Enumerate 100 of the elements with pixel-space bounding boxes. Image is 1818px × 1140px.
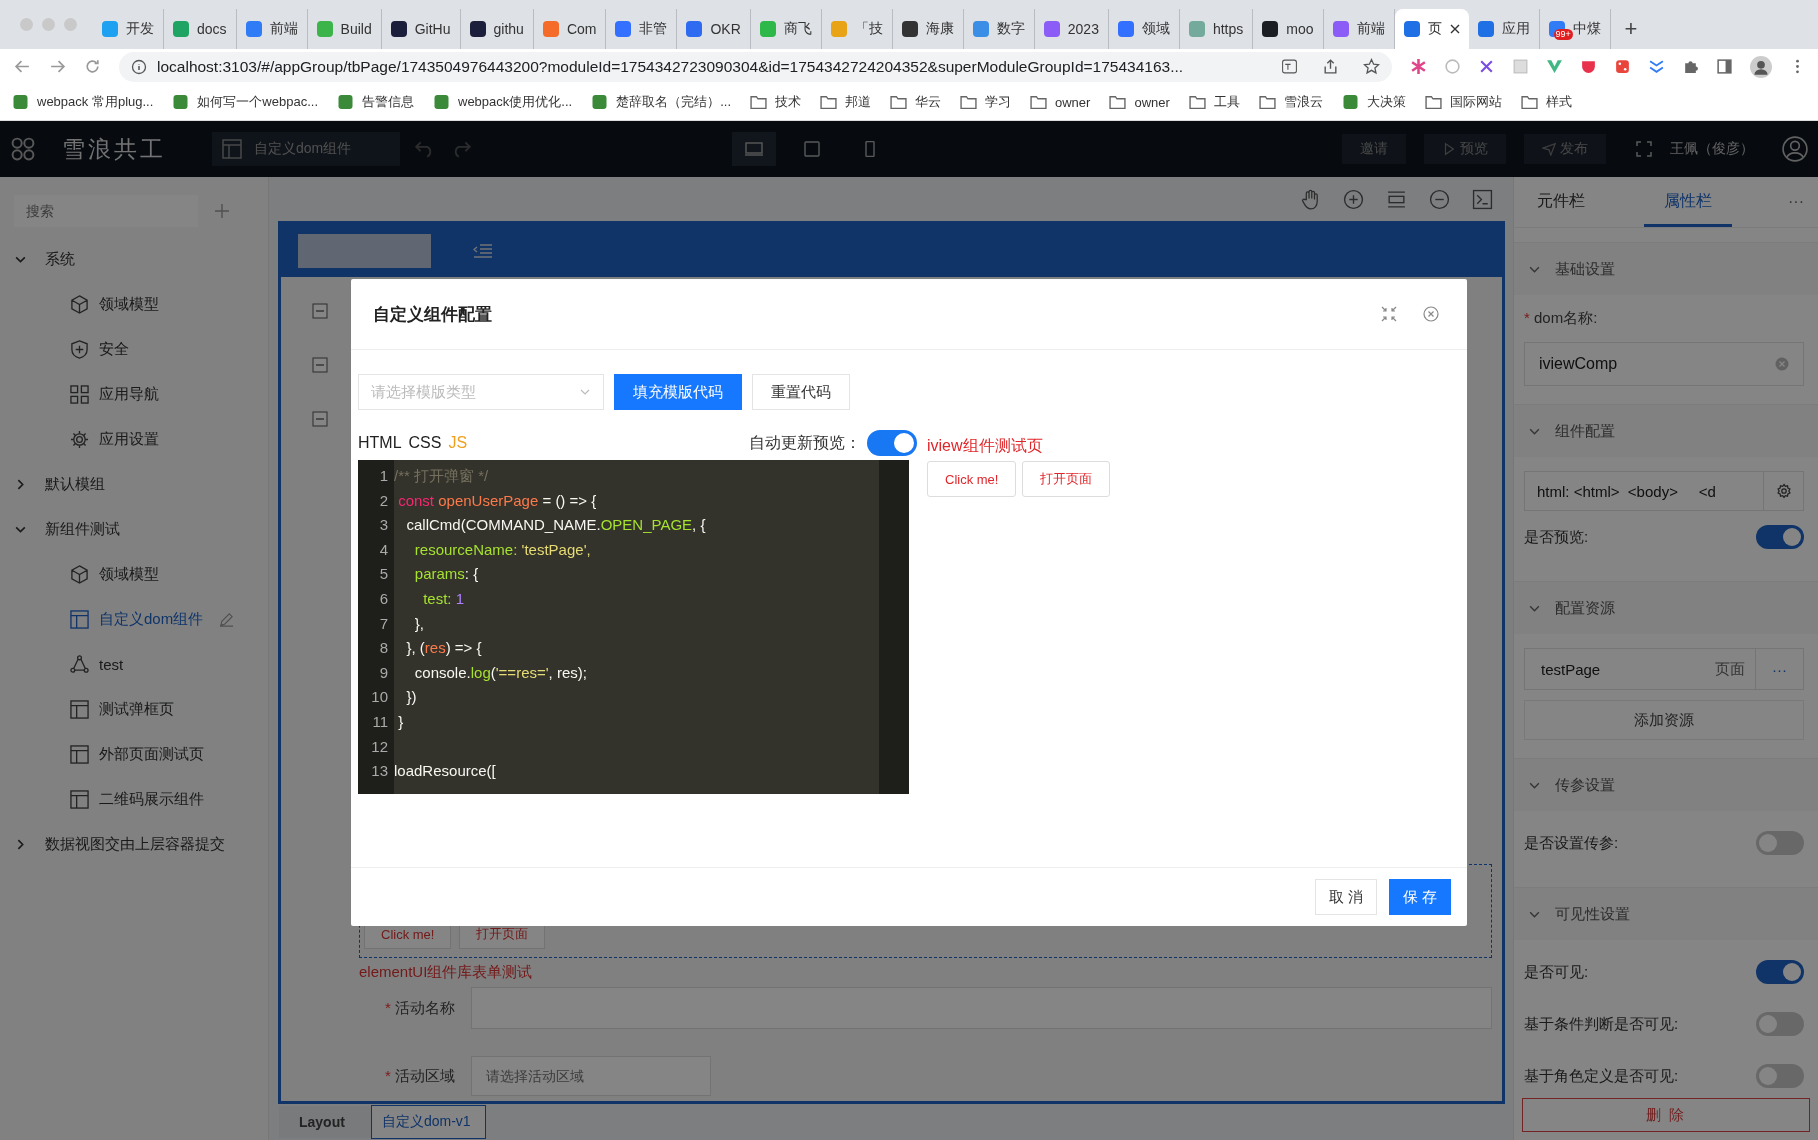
forward-icon[interactable] <box>49 58 66 75</box>
code-tab[interactable]: HTML <box>358 434 402 452</box>
code-tab[interactable]: CSS <box>408 434 442 452</box>
bookmark[interactable]: 告警信息 <box>337 93 414 111</box>
collapse-arrows-icon[interactable] <box>1381 306 1397 322</box>
bookmark[interactable]: 国际网站 <box>1424 93 1502 111</box>
resource-type: 页面 <box>1715 659 1746 679</box>
x-icon[interactable] <box>1478 58 1495 75</box>
profile-icon[interactable] <box>1750 55 1772 78</box>
zoom-in-icon[interactable] <box>1343 188 1364 210</box>
dialog-button[interactable]: 取 消 <box>1315 879 1377 915</box>
new-tab-button[interactable]: + <box>1610 9 1652 49</box>
section-header[interactable]: 配置资源 <box>1514 581 1818 634</box>
chevrons-icon[interactable] <box>1648 58 1665 75</box>
bookmark[interactable]: owner <box>1030 94 1091 110</box>
reload-icon[interactable] <box>84 58 101 75</box>
collapse-icon[interactable] <box>312 303 328 319</box>
zoom-out-icon[interactable] <box>1429 188 1450 210</box>
dialog-button[interactable]: 保 存 <box>1389 879 1451 915</box>
section-header[interactable]: 传参设置 <box>1514 758 1818 811</box>
info-icon[interactable] <box>131 58 147 75</box>
toggle-switch[interactable] <box>1756 1064 1804 1088</box>
config-field[interactable]: html: <html> <body> <d <box>1524 471 1764 511</box>
toolbar-button[interactable]: 重置代码 <box>752 374 850 410</box>
name-input-field[interactable]: iviewComp <box>1524 342 1804 386</box>
pencil-icon[interactable] <box>219 612 235 627</box>
bookmark[interactable]: 工具 <box>1188 93 1240 111</box>
search-field[interactable]: 搜索 <box>14 195 198 227</box>
line-number: 12 <box>371 737 388 755</box>
dice-icon[interactable] <box>1614 58 1631 75</box>
user-avatar-icon[interactable] <box>1782 136 1808 162</box>
toggle-switch[interactable] <box>1756 960 1804 984</box>
settings-button[interactable] <box>1764 471 1804 511</box>
collapse-icon[interactable] <box>312 357 328 373</box>
asterisk-icon[interactable] <box>1410 58 1427 75</box>
code-editor[interactable] <box>358 460 909 794</box>
bookmark[interactable]: webpack使用优化... <box>433 93 573 111</box>
bookmark[interactable]: 技术 <box>750 93 801 111</box>
section-header[interactable]: 可见性设置 <box>1514 887 1818 940</box>
collapse-icon[interactable] <box>312 411 328 427</box>
tree-item[interactable]: 二维码展示组件 <box>0 777 268 822</box>
close-icon[interactable] <box>1423 306 1439 322</box>
preview-button[interactable]: 打开页面 <box>1022 461 1111 497</box>
close-tab-icon[interactable] <box>1449 24 1460 34</box>
circle-icon[interactable] <box>1444 58 1461 75</box>
share-icon[interactable] <box>1322 58 1339 75</box>
tree-group[interactable]: 系统 <box>0 237 268 282</box>
tree-group[interactable]: 数据视图交由上层容器提交 <box>0 822 268 867</box>
clear-icon[interactable] <box>1775 357 1789 371</box>
section-header[interactable]: 组件配置 <box>1514 404 1818 457</box>
resource-row[interactable]: testPage 页面 ··· <box>1524 648 1804 690</box>
back-icon[interactable] <box>14 58 31 75</box>
breadcrumb-tab[interactable]: Layout <box>279 1106 371 1138</box>
bookmark[interactable]: 雪浪云 <box>1258 93 1323 111</box>
tree-item[interactable]: 安全 <box>0 327 268 372</box>
tree-item[interactable]: 应用设置 <box>0 417 268 462</box>
bookmark[interactable]: 如何写一个webpac... <box>172 93 318 111</box>
sidebar-icon[interactable] <box>1716 58 1733 75</box>
bookmark[interactable]: webpack 常用plug... <box>12 93 154 111</box>
toggle-switch[interactable] <box>1756 525 1804 549</box>
tree-item[interactable]: test <box>0 642 268 687</box>
toggle-switch[interactable] <box>867 430 917 456</box>
tree-group[interactable]: 新组件测试 <box>0 507 268 552</box>
folder-icon <box>1520 94 1538 110</box>
shield-icon[interactable] <box>1580 58 1597 75</box>
bookmark[interactable]: 学习 <box>960 93 1011 111</box>
toolbar-button[interactable]: 填充模版代码 <box>614 374 742 410</box>
tree-item[interactable]: 领域模型 <box>0 552 268 597</box>
tree-item[interactable]: 外部页面测试页 <box>0 732 268 777</box>
tree-item[interactable]: 测试弹框页 <box>0 687 268 732</box>
select-field[interactable]: 请选择活动区域 <box>471 1056 711 1096</box>
bookmark[interactable]: 样式 <box>1520 93 1572 111</box>
bookmark[interactable]: owner <box>1109 94 1170 110</box>
tree-item[interactable]: 应用导航 <box>0 372 268 417</box>
hand-icon[interactable] <box>1300 188 1321 210</box>
menu-fold-icon[interactable] <box>473 242 493 259</box>
toggle-switch[interactable] <box>1756 831 1804 855</box>
add-icon[interactable] <box>214 203 230 219</box>
bookmark[interactable]: 华云 <box>890 93 941 111</box>
bookmark[interactable]: 楚辞取名（完结）... <box>591 93 731 111</box>
panel-tab[interactable]: 元件栏 <box>1522 179 1600 227</box>
bookmark[interactable]: 大决策 <box>1341 93 1406 111</box>
terminal-icon[interactable] <box>1472 188 1493 210</box>
apps-grid-icon[interactable] <box>10 136 36 162</box>
fit-width-icon[interactable] <box>1386 188 1407 210</box>
bookmark[interactable]: 邦道 <box>820 93 871 111</box>
tree-item[interactable]: 领域模型 <box>0 282 268 327</box>
section-header[interactable]: 基础设置 <box>1514 242 1818 295</box>
preview-button[interactable]: Click me! <box>927 461 1017 497</box>
translate-icon[interactable] <box>1281 58 1298 75</box>
puzzle-icon[interactable] <box>1682 58 1699 75</box>
browser-tab[interactable]: 页 <box>1394 9 1469 49</box>
toggle-switch[interactable] <box>1756 1012 1804 1036</box>
fullscreen-icon[interactable] <box>1636 141 1652 157</box>
tree-group[interactable]: 默认模组 <box>0 462 268 507</box>
add-resource-button[interactable]: 添加资源 <box>1524 700 1804 740</box>
bookmark-star-icon[interactable] <box>1363 58 1380 75</box>
address-bar[interactable]: localhost:3103/#/appGroup/tbPage/1743504976443200?moduleId=1754342723090304&id=1754342724204352&superModuleGroupId=175434163... <box>119 51 1392 82</box>
desktop-view-button[interactable] <box>732 132 776 166</box>
v-logo-icon[interactable] <box>1546 58 1563 75</box>
